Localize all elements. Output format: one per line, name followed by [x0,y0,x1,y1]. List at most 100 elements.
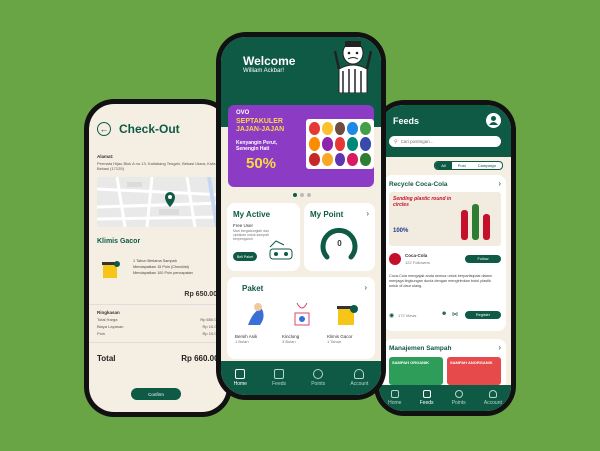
sampah-anorganik-label: SAMPAH ANORGANIK [450,360,493,365]
my-active-status: Free User [233,223,254,228]
paket-card[interactable]: Paket › Bersih Asik 1 Bulan Kinclong 3 B… [227,277,375,359]
home-screen: Welcome William Ackbar! OVO SEPTAKULER J… [221,37,381,395]
banner-subtitle: Kenyangin Perut, Senengin Hati [236,140,278,152]
total-label: Total [97,354,116,363]
feeds-header: Feeds ⚲ [379,105,511,157]
product-image [99,256,123,280]
chevron-right-icon[interactable]: › [498,179,501,188]
tab-campaign[interactable]: Campaign [472,162,502,169]
store-name: Klimis Gacor [97,238,141,245]
points-icon [313,369,324,379]
tab-post[interactable]: Post [452,162,472,169]
sampah-organik-image: SAMPAH ORGANIK [389,357,443,385]
map[interactable] [97,177,225,227]
nav-points[interactable]: Points [311,369,325,387]
my-active-title: My Active [233,210,271,219]
page-title: Feeds [393,116,420,126]
search-bar[interactable]: ⚲ [389,136,501,147]
nav-points[interactable]: Points [452,390,466,406]
nav-home[interactable]: Home [388,390,401,406]
manajemen-card[interactable]: Manajemen Sampah › SAMPAH ORGANIK SAMPAH… [384,339,506,389]
feeds-phone: Feeds ⚲ All Post Campaign Recycle Coca-C… [374,100,516,416]
paket-title: Paket [242,284,264,293]
point-value: 0 [337,239,342,248]
list-item: Mendapatkan 100 Poin pencapaian [133,271,193,275]
summary-row: Poin Rp 10.000 [97,331,221,336]
feeds-icon [274,369,285,379]
nav-home[interactable]: Home [234,369,247,387]
like-icon[interactable]: ☻ [441,311,447,317]
carousel-dots[interactable] [293,193,311,197]
search-input[interactable] [400,139,481,144]
register-button[interactable]: Register [465,311,501,319]
nav-account[interactable]: Account [484,390,502,406]
divider [89,342,227,343]
paket-item[interactable]: Klimis Gacor 1 Tahun [327,299,367,344]
paket-duration: 3 Bulan [282,339,296,344]
coca-cola-logo [389,253,401,265]
nav-feeds[interactable]: Feeds [272,369,286,387]
nav-feeds[interactable]: Feeds [420,390,434,406]
list-item: Mendapatkan 15 Poin (Checklist) [133,265,189,269]
nav-label: Points [451,400,466,406]
avatar[interactable] [486,113,501,128]
my-point-card[interactable]: My Point › 0 [304,203,375,271]
bottom-nav: Home Feeds Points Account [221,361,381,395]
page-title: Check-Out [119,122,180,136]
post-card[interactable]: Recycle Coca-Cola › Sending plastic roun… [384,175,506,331]
home-icon [235,369,246,379]
nav-label: Account [350,381,369,387]
filter-tabs: All Post Campaign [434,161,503,170]
post-image-caption: Sending plastic round in circles [393,196,452,208]
account-name: Coca-Cola [405,253,428,258]
nav-label: Home [388,400,402,406]
feeds-icon [422,390,431,398]
account-followers: 122 Followers [405,260,430,265]
nav-account[interactable]: Account [350,369,368,387]
paket-item[interactable]: Bersih Asik 1 Bulan [235,299,275,344]
sampah-organik-label: SAMPAH ORGANIK [392,360,430,365]
paket-item[interactable]: Kinclong 3 Bulan [282,299,322,344]
user-name: William Ackbar! [243,68,285,74]
summary-label: Biaya Layanan [97,324,124,329]
nav-label: Home [233,381,247,387]
welcome-title: Welcome [243,54,296,68]
divider [89,304,227,305]
tab-all[interactable]: All [435,162,452,169]
nav-label: Feeds [419,400,434,406]
home-phone: Welcome William Ackbar! OVO SEPTAKULER J… [216,32,386,400]
chevron-right-icon[interactable]: › [366,209,369,218]
home-icon [390,390,399,398]
chevron-right-icon[interactable]: › [498,343,501,352]
eye-icon: ◉ [389,313,395,319]
section-title: Manajemen Sampah [389,345,452,352]
promo-banner[interactable]: OVO SEPTAKULER JAJAN-JAJAN Kenyangin Per… [228,105,374,187]
view-count: 172 Views [398,313,417,318]
account-icon [488,390,497,398]
summary-title: Ringkasan [97,310,120,315]
back-icon[interactable]: ← [97,122,111,136]
summary-row: Biaya Layanan Rp 10.000 [97,324,221,329]
points-icon [454,390,463,398]
nav-label: Points [311,381,326,387]
my-active-card[interactable]: My Active Free User Mari bergabunglah da… [227,203,300,271]
post-image-percent: 100% [393,228,409,234]
paket-duration: 1 Tahun [327,339,342,344]
active-illustration [266,237,296,263]
mascot-illustration [331,39,375,94]
item-list: 1 Tahun Berlama Sampah Mendapatkan 15 Po… [133,259,193,275]
nav-label: Account [483,400,502,406]
search-icon: ⚲ [394,138,398,145]
banner-title: SEPTAKULER JAJAN-JAJAN [236,118,285,133]
confirm-button[interactable]: Confirm [131,388,181,400]
address-label: Alamat: [97,154,114,159]
share-icon[interactable]: ⋈ [452,311,458,318]
summary-label: Poin [97,331,106,336]
buy-package-button[interactable]: Beli Paket [233,252,257,261]
paket-duration: 1 Bulan [235,339,249,344]
summary-label: Total Harga [97,317,118,322]
post-title: Recycle Coca-Cola [389,181,448,188]
chevron-right-icon[interactable]: › [364,283,367,292]
checkout-screen: ← Check-Out Alamat: Permata Hijau Blok A… [89,104,227,412]
follow-button[interactable]: Follow [465,255,501,263]
